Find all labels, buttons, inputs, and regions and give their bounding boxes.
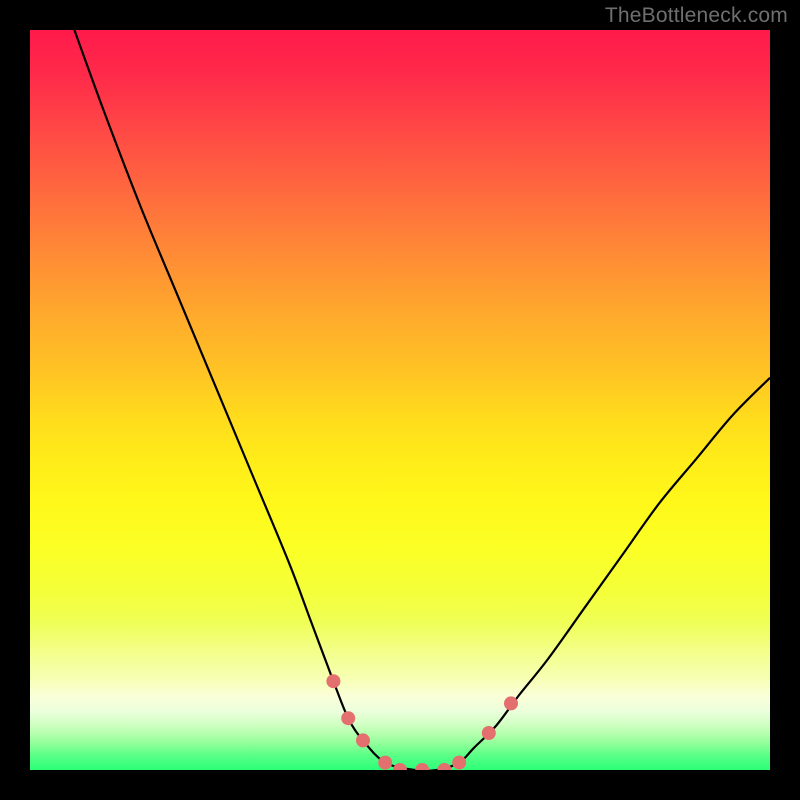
marker-dot	[378, 756, 392, 770]
marker-group	[326, 674, 518, 770]
plot-area	[30, 30, 770, 770]
marker-dot	[482, 726, 496, 740]
watermark-text: TheBottleneck.com	[605, 4, 788, 28]
marker-dot	[356, 733, 370, 747]
chart-frame: TheBottleneck.com	[0, 0, 800, 800]
marker-dot	[326, 674, 340, 688]
marker-dot	[341, 711, 355, 725]
marker-dot	[393, 763, 407, 770]
marker-dot	[504, 696, 518, 710]
marker-dot	[452, 756, 466, 770]
marker-dot	[415, 763, 429, 770]
chart-svg	[30, 30, 770, 770]
marker-dot	[437, 763, 451, 770]
bottleneck-curve-path	[74, 30, 770, 770]
